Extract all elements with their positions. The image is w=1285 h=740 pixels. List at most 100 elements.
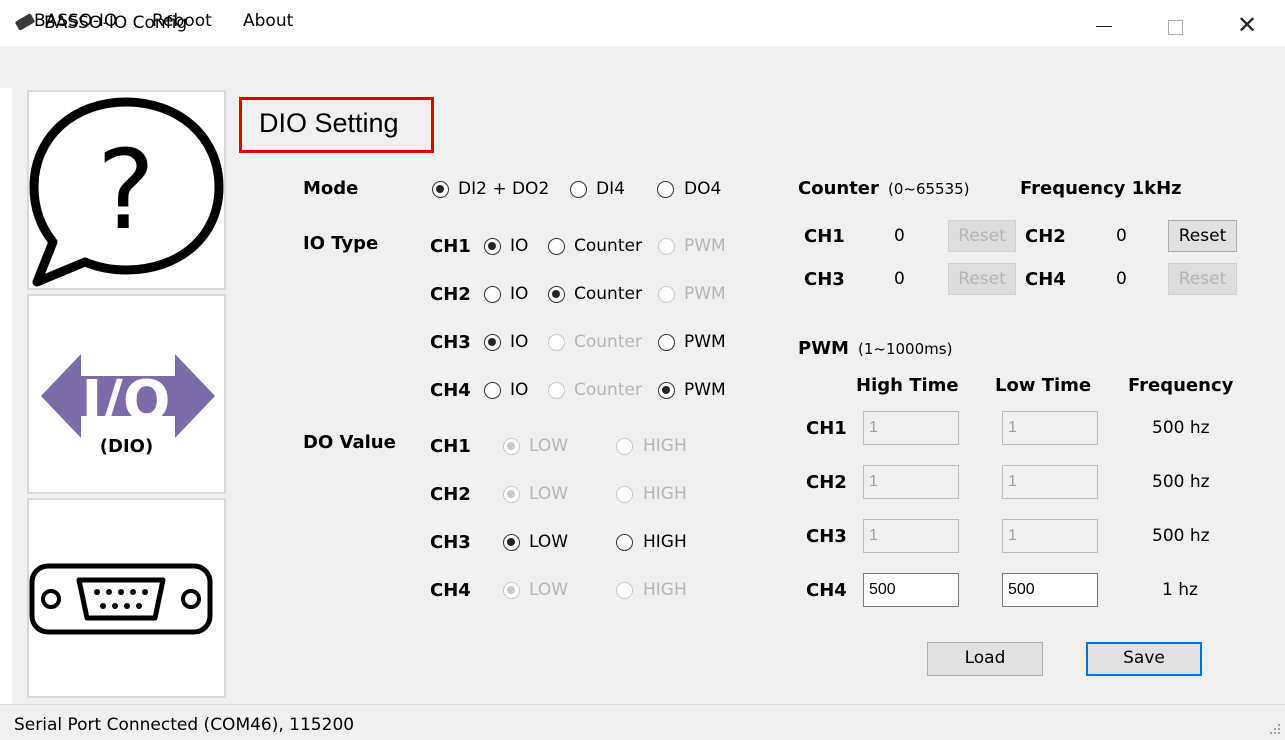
- pwm-ch3-label: CH3: [806, 526, 847, 547]
- io-type-ch4-counter-label: Counter: [574, 380, 642, 400]
- io-type-ch1-counter-radio[interactable]: [548, 238, 565, 255]
- io-type-ch4-pwm-label: PWM: [684, 380, 726, 400]
- io-type-label: IO Type: [303, 233, 379, 254]
- pwm-ch3-frequency: 500 hz: [1152, 526, 1210, 546]
- io-type-ch2-counter-radio[interactable]: [548, 286, 565, 303]
- mode-di4-radio[interactable]: [570, 181, 587, 198]
- pwm-ch4-low-input[interactable]: [1002, 573, 1098, 607]
- pwm-ch3-low-input: [1002, 519, 1098, 553]
- pwm-ch2-low-input: [1002, 465, 1098, 499]
- do-ch4-high-label: HIGH: [643, 580, 687, 600]
- do-value-label: DO Value: [303, 432, 396, 453]
- pwm-ch2-high-input: [863, 465, 959, 499]
- svg-text:?: ?: [97, 126, 155, 254]
- do-ch3-low-radio[interactable]: [503, 534, 520, 551]
- do-ch3-high-label: HIGH: [643, 532, 687, 552]
- io-type-ch3-pwm-radio[interactable]: [658, 334, 675, 351]
- mode-di4-label: DI4: [596, 179, 625, 199]
- help-button[interactable]: ?: [27, 90, 226, 290]
- counter-ch2-label: CH2: [1025, 226, 1066, 247]
- io-type-ch3-counter-radio: [548, 334, 565, 351]
- counter-ch2-reset-button[interactable]: Reset: [1168, 220, 1237, 252]
- mode-di2-do2-label: DI2 + DO2: [458, 179, 550, 199]
- pwm-ch4-high-input[interactable]: [863, 573, 959, 607]
- load-button[interactable]: Load: [927, 642, 1043, 676]
- dio-button[interactable]: I/O (DIO): [27, 294, 226, 494]
- do-ch4-label: CH4: [430, 580, 471, 601]
- save-button[interactable]: Save: [1086, 642, 1202, 676]
- io-type-ch4-counter-radio: [548, 382, 565, 399]
- io-type-ch1-pwm-radio: [658, 238, 675, 255]
- do-ch3-high-radio[interactable]: [616, 534, 633, 551]
- pwm-ch3-high-input: [863, 519, 959, 553]
- io-type-ch1-pwm-label: PWM: [684, 236, 726, 256]
- io-type-ch1-counter-label: Counter: [574, 236, 642, 256]
- counter-ch1-reset-button: Reset: [948, 220, 1016, 252]
- counter-label: Counter: [798, 178, 879, 199]
- io-type-ch2-io-radio[interactable]: [484, 286, 501, 303]
- menu-basso-io[interactable]: BASSO-IO: [34, 11, 117, 31]
- serial-port-button[interactable]: [27, 498, 226, 698]
- io-type-ch4-label: CH4: [430, 380, 471, 401]
- pwm-ch4-label: CH4: [806, 580, 847, 601]
- do-ch1-high-label: HIGH: [643, 436, 687, 456]
- io-arrows-icon: I/O: [41, 354, 215, 438]
- io-type-ch3-counter-label: Counter: [574, 332, 642, 352]
- do-ch4-high-radio: [616, 582, 633, 599]
- io-type-ch3-io-radio[interactable]: [484, 334, 501, 351]
- pwm-ch4-frequency: 1 hz: [1162, 580, 1198, 600]
- do-ch2-high-label: HIGH: [643, 484, 687, 504]
- dio-caption: (DIO): [99, 436, 154, 457]
- io-type-ch1-io-radio[interactable]: [484, 238, 501, 255]
- pwm-range: (1~1000ms): [858, 340, 953, 358]
- minimize-button[interactable]: [1080, 8, 1126, 42]
- menu-reboot[interactable]: Reboot: [152, 11, 212, 31]
- pwm-high-time-header: High Time: [856, 375, 959, 396]
- do-ch1-high-radio: [616, 438, 633, 455]
- io-type-ch2-label: CH2: [430, 284, 471, 305]
- mode-label: Mode: [303, 178, 359, 199]
- do-ch1-label: CH1: [430, 436, 471, 457]
- pwm-frequency-header: Frequency: [1128, 375, 1234, 396]
- help-bubble-icon: ?: [29, 97, 224, 287]
- menu-bar: [0, 46, 1285, 88]
- counter-ch4-reset-button: Reset: [1168, 263, 1237, 295]
- pwm-ch2-label: CH2: [806, 472, 847, 493]
- counter-ch2-value: 0: [1116, 226, 1127, 246]
- do-ch3-low-label: LOW: [529, 532, 569, 552]
- do-ch4-low-label: LOW: [529, 580, 569, 600]
- io-type-ch4-pwm-radio[interactable]: [658, 382, 675, 399]
- io-type-ch2-pwm-radio: [658, 286, 675, 303]
- counter-frequency: Frequency 1kHz: [1020, 178, 1182, 199]
- counter-ch3-label: CH3: [804, 269, 845, 290]
- do-ch2-high-radio: [616, 486, 633, 503]
- counter-ch3-value: 0: [894, 269, 905, 289]
- mode-di2-do2-radio[interactable]: [432, 181, 449, 198]
- counter-ch1-value: 0: [894, 226, 905, 246]
- pwm-label: PWM: [798, 338, 849, 359]
- io-type-ch4-io-radio[interactable]: [484, 382, 501, 399]
- resize-grip-icon[interactable]: [1268, 722, 1282, 736]
- do-ch3-label: CH3: [430, 532, 471, 553]
- menu-about[interactable]: About: [243, 11, 293, 31]
- status-text: Serial Port Connected (COM46), 115200: [14, 715, 355, 735]
- io-icon-text: I/O: [82, 369, 171, 434]
- close-button[interactable]: ✕: [1224, 8, 1270, 42]
- panel-title: DIO Setting: [259, 108, 399, 138]
- io-type-ch3-io-label: IO: [510, 332, 529, 352]
- pwm-low-time-header: Low Time: [995, 375, 1092, 396]
- pwm-ch1-low-input: [1002, 411, 1098, 445]
- serial-connector-icon: [29, 563, 213, 635]
- mode-do4-label: DO4: [684, 179, 722, 199]
- io-type-ch2-io-label: IO: [510, 284, 529, 304]
- pwm-ch1-high-input: [863, 411, 959, 445]
- do-ch4-low-radio: [503, 582, 520, 599]
- io-type-ch2-pwm-label: PWM: [684, 284, 726, 304]
- do-ch2-low-label: LOW: [529, 484, 569, 504]
- counter-ch3-reset-button: Reset: [948, 263, 1016, 295]
- maximize-button[interactable]: [1152, 8, 1198, 42]
- io-type-ch4-io-label: IO: [510, 380, 529, 400]
- mode-do4-radio[interactable]: [657, 181, 674, 198]
- pwm-ch1-label: CH1: [806, 418, 847, 439]
- io-type-ch2-counter-label: Counter: [574, 284, 642, 304]
